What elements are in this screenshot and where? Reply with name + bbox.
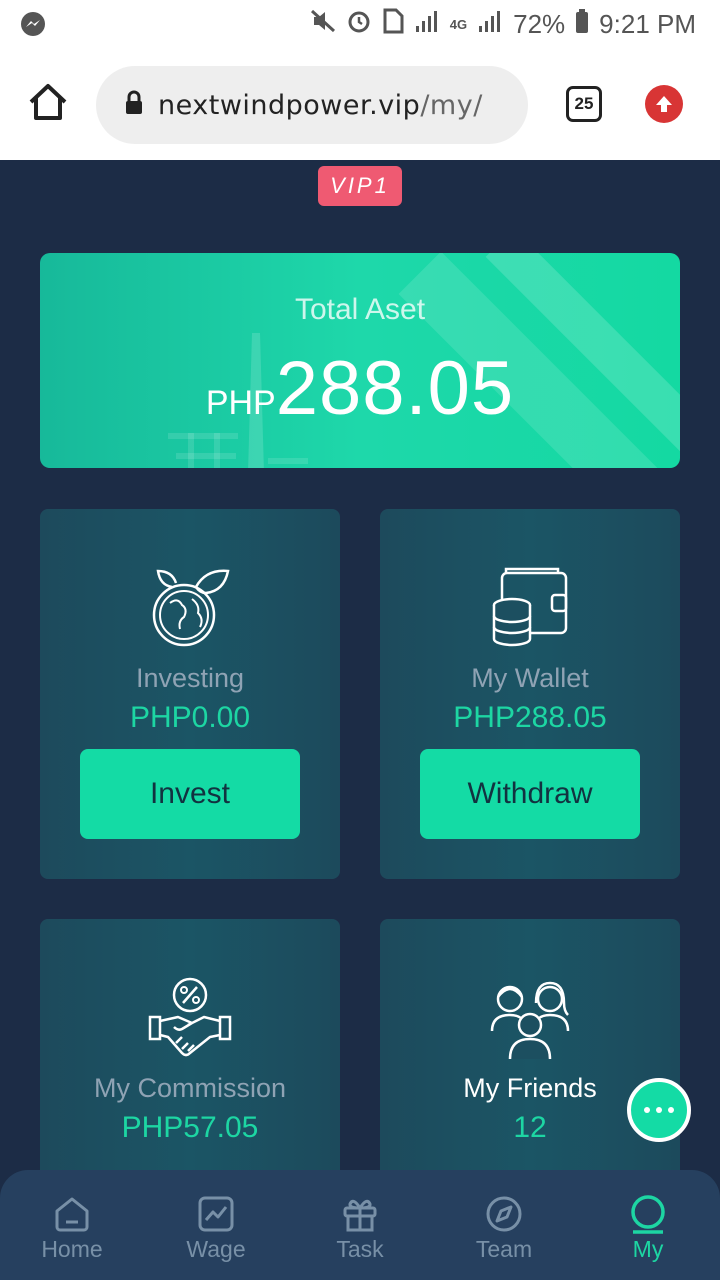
nav-item-task[interactable]: Task [288,1170,432,1280]
nav-label-wage: Wage [186,1236,246,1262]
nav-label-my: My [632,1236,664,1262]
compass-icon [485,1194,523,1234]
chat-dot-icon [644,1107,650,1113]
signal-icon-2 [477,8,503,41]
total-asset-amount: PHP 288.05 [40,345,680,432]
status-bar: 4G 72% 9:21 PM [0,0,720,50]
url-text: nextwindpower.vip/my/ [158,90,483,121]
wallet-coins-icon [380,567,680,651]
total-asset-card: Total Aset PHP 288.05 [40,253,680,468]
sim-icon [382,8,404,41]
browser-toolbar: nextwindpower.vip/my/ 25 [0,50,720,160]
browser-home-icon[interactable] [26,80,70,124]
mute-icon [310,8,336,41]
chat-support-button[interactable] [627,1078,691,1142]
family-icon [380,977,680,1061]
wallet-tile: My Wallet PHP288.05 Withdraw [380,509,680,879]
investing-value: PHP0.00 [129,701,251,734]
investing-title: Investing [135,663,245,693]
handshake-percent-icon [40,977,340,1061]
total-asset-label: Total Aset [294,293,426,326]
commission-value: PHP57.05 [121,1111,259,1144]
battery-percent: 72% [513,9,566,39]
globe-leaf-icon [40,567,340,651]
bottom-navigation: Home Wage Task Team My [0,1170,720,1280]
home-icon [53,1194,91,1234]
commission-title: My Commission [93,1073,287,1103]
lock-icon [124,90,144,121]
gift-icon [341,1194,379,1234]
total-value: 288.05 [275,346,515,431]
nav-item-wage[interactable]: Wage [144,1170,288,1280]
vip-badge: VIP1 [318,166,402,206]
wallet-value: PHP288.05 [453,701,607,734]
nav-item-my[interactable]: My [576,1170,720,1280]
url-path: /my/ [420,89,483,121]
chat-dot-icon [656,1107,662,1113]
clock: 9:21 PM [599,9,696,39]
nav-label-task: Task [336,1236,384,1262]
user-icon [628,1194,668,1234]
nav-item-team[interactable]: Team [432,1170,576,1280]
nav-item-home[interactable]: Home [0,1170,144,1280]
nav-label-team: Team [475,1236,533,1262]
withdraw-button[interactable]: Withdraw [420,749,640,839]
chat-dot-icon [668,1107,674,1113]
alarm-icon [346,8,372,41]
signal-icon [414,8,440,41]
url-domain: nextwindpower.vip [158,89,421,121]
upload-arrow-icon[interactable] [645,85,683,123]
invest-button[interactable]: Invest [80,749,300,839]
tab-switcher-button[interactable]: 25 [566,86,602,122]
network-4g-icon: 4G [449,17,468,32]
chart-icon [197,1194,235,1234]
total-currency: PHP [205,384,276,422]
address-bar[interactable]: nextwindpower.vip/my/ [96,66,528,144]
messenger-icon [20,11,46,42]
wallet-title: My Wallet [471,663,589,693]
investing-tile: Investing PHP0.00 Invest [40,509,340,879]
battery-icon [575,8,589,41]
nav-label-home: Home [41,1236,103,1262]
